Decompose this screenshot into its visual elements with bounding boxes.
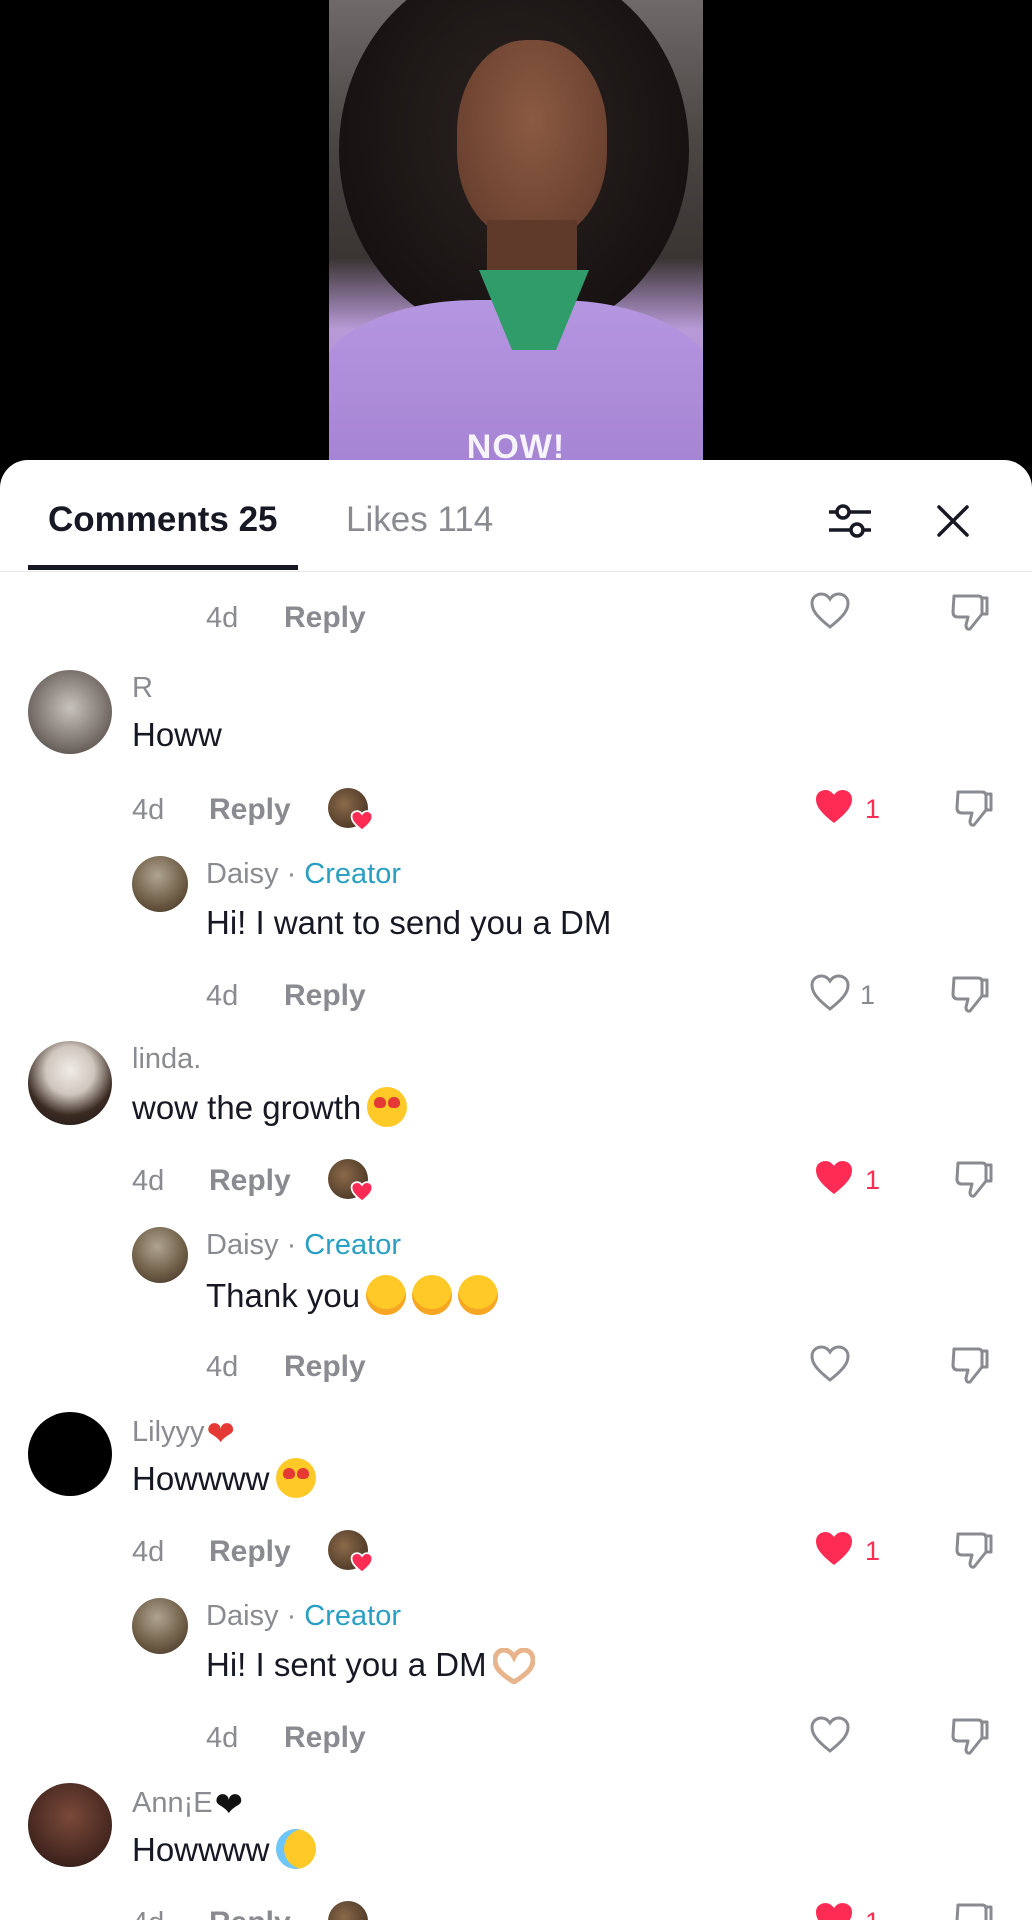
reply-button[interactable]: Reply: [284, 1350, 366, 1384]
black-heart-emoji: ❤: [214, 1786, 244, 1824]
heart-icon[interactable]: [814, 1530, 854, 1568]
avatar[interactable]: [132, 1227, 188, 1283]
heart-icon[interactable]: [810, 592, 850, 630]
heart-icon[interactable]: [810, 1716, 850, 1754]
comment-username[interactable]: linda.: [132, 1043, 201, 1076]
heart-eyes-emoji: [275, 1458, 316, 1498]
comment-username[interactable]: Ann¡E❤: [132, 1785, 243, 1825]
comment-username[interactable]: R: [132, 672, 153, 705]
reply-button[interactable]: Reply: [209, 1164, 291, 1198]
thumbs-down-icon[interactable]: [954, 1159, 994, 1199]
heart-icon[interactable]: [810, 1345, 850, 1383]
reply-username[interactable]: Daisy · Creator: [206, 858, 401, 891]
heart-icon: [350, 1181, 374, 1203]
comment-text: Howwww: [132, 1458, 316, 1498]
creator-badge: Creator: [304, 1600, 401, 1632]
heart-hands-emoji: [492, 1647, 536, 1688]
video-subject-face: [457, 40, 607, 240]
heart-icon: [350, 1552, 374, 1574]
heart-icon[interactable]: [814, 1159, 854, 1197]
close-button[interactable]: [928, 496, 978, 546]
avatar[interactable]: [28, 1041, 112, 1125]
creator-liked-avatar: [328, 1159, 374, 1203]
smiling-face-with-hearts-emoji: [412, 1275, 453, 1315]
avatar[interactable]: [28, 1783, 112, 1867]
close-icon: [937, 505, 969, 537]
comment-time: 4d: [132, 1907, 164, 1920]
sliders-icon: [829, 504, 871, 538]
avatar[interactable]: [28, 1412, 112, 1496]
comments-tab-bar: Comments 25 Likes 114: [0, 460, 1032, 572]
reply-text: Hi! I want to send you a DM: [206, 904, 612, 941]
tab-likes[interactable]: Likes 114: [346, 500, 493, 540]
reply-text: Thank you: [206, 1275, 499, 1315]
like-count: 1: [860, 980, 876, 1010]
reply-username[interactable]: Daisy · Creator: [206, 1600, 401, 1633]
thumbs-down-icon[interactable]: [954, 1901, 994, 1920]
comments-sheet: Comments 25 Likes 114 4d Reply R Howw 4d…: [0, 460, 1032, 1920]
reply-button[interactable]: Reply: [209, 1906, 291, 1920]
reply-button[interactable]: Reply: [209, 1535, 291, 1569]
reply-button[interactable]: Reply: [209, 793, 291, 827]
creator-liked-avatar: [328, 1530, 374, 1574]
thumbs-down-icon[interactable]: [950, 1345, 990, 1385]
avatar[interactable]: [28, 670, 112, 754]
comment-time: 4d: [132, 1536, 165, 1568]
comment-username[interactable]: Lilyyy❤: [132, 1414, 235, 1454]
heart-icon[interactable]: [814, 1901, 854, 1920]
creator-liked-avatar: [328, 788, 374, 832]
comment-text: Howwww: [132, 1829, 316, 1869]
like-count: 1: [865, 1165, 881, 1195]
active-tab-indicator: [28, 565, 298, 570]
avatar[interactable]: [132, 1598, 188, 1654]
comment-time: 4d: [132, 1165, 165, 1197]
thumbs-down-icon[interactable]: [950, 1716, 990, 1756]
comment-time: 4d: [206, 602, 239, 634]
smiling-face-with-hearts-emoji: [458, 1275, 499, 1315]
video-player[interactable]: NOW!: [0, 0, 1032, 470]
avatar[interactable]: [132, 856, 188, 912]
heart-icon: [350, 810, 374, 832]
video-frame[interactable]: NOW!: [329, 0, 703, 470]
comment-time: 4d: [206, 980, 239, 1012]
reply-username[interactable]: Daisy · Creator: [206, 1229, 401, 1262]
filter-button[interactable]: [825, 496, 875, 546]
smiling-face-with-hearts-emoji: [366, 1275, 407, 1315]
tab-comments[interactable]: Comments 25: [48, 500, 278, 540]
heart-icon[interactable]: [810, 974, 850, 1012]
reply-button[interactable]: Reply: [284, 1721, 366, 1755]
like-count: 1: [865, 1536, 881, 1566]
loudly-crying-emoji: [275, 1829, 316, 1869]
comment-time: 4d: [206, 1351, 239, 1383]
like-count: 1: [865, 1907, 880, 1920]
creator-badge: Creator: [304, 858, 401, 890]
heart-icon[interactable]: [814, 788, 854, 826]
comment-text: wow the growth: [132, 1087, 408, 1127]
like-count: 1: [865, 794, 881, 824]
thumbs-down-icon[interactable]: [950, 592, 990, 632]
thumbs-down-icon[interactable]: [954, 1530, 994, 1570]
thumbs-down-icon[interactable]: [950, 974, 990, 1014]
comment-time: 4d: [132, 794, 165, 826]
comment-time: 4d: [206, 1722, 239, 1754]
reply-button[interactable]: Reply: [284, 601, 366, 635]
reply-button[interactable]: Reply: [284, 979, 366, 1013]
creator-badge: Creator: [304, 1229, 401, 1261]
comment-text: Howw: [132, 716, 222, 753]
thumbs-down-icon[interactable]: [954, 788, 994, 828]
red-heart-emoji: ❤: [206, 1415, 236, 1453]
creator-liked-avatar: [328, 1901, 368, 1920]
heart-eyes-emoji: [367, 1087, 408, 1127]
reply-text: Hi! I sent you a DM: [206, 1646, 536, 1688]
